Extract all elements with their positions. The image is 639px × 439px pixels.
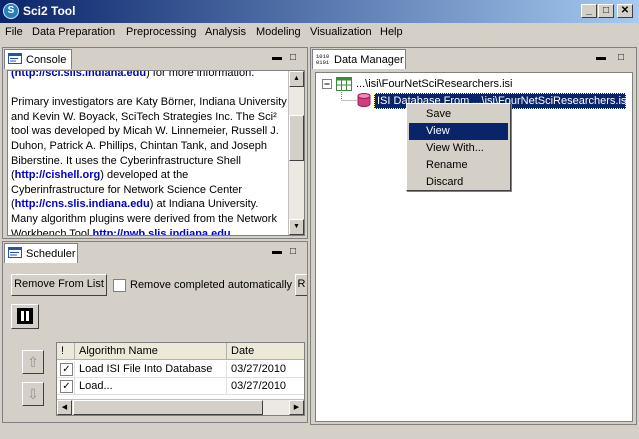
console-text-segment: Duhon, Patrick A. Phillips, Chintan Tank…: [11, 139, 268, 152]
scroll-right-icon[interactable]: ▶: [289, 400, 304, 415]
tab-data-manager-label: Data Manager: [334, 54, 404, 66]
scheduler-minimize-icon[interactable]: ▬: [272, 247, 282, 257]
console-text-segment: ) developed at the: [100, 169, 189, 182]
console-line: tool was developed by Micah W. Linnemeie…: [11, 124, 289, 139]
scroll-up-icon[interactable]: ▲: [289, 71, 304, 87]
console-text-segment: ) at Indiana University.: [149, 198, 259, 211]
tree-connector: [341, 90, 357, 101]
app-icon: S: [3, 3, 19, 19]
console-line: (http://sci.slis.indiana.edu) for more i…: [11, 70, 289, 81]
console-line: (http://cishell.org) developed at the: [11, 168, 289, 183]
scheduler-table: ! Algorithm Name Date ✓ Load ISI File In…: [56, 342, 305, 416]
context-menu-discard[interactable]: Discard: [409, 174, 508, 191]
context-menu-view-with[interactable]: View With...: [409, 140, 508, 157]
move-up-button[interactable]: ⇧: [22, 350, 44, 374]
row-date: 03/27/2010: [227, 361, 304, 378]
column-header-status[interactable]: !: [57, 343, 75, 360]
data-manager-icon: 1010 0101: [316, 53, 330, 65]
row-checkbox[interactable]: ✓: [60, 363, 73, 376]
menu-analysis[interactable]: Analysis: [205, 26, 246, 38]
console-link[interactable]: http://cns.slis.indiana.edu: [15, 198, 150, 210]
column-header-algorithm[interactable]: Algorithm Name: [75, 343, 227, 360]
tab-scheduler-label: Scheduler: [26, 248, 76, 260]
row-algorithm-name: Load ISI File Into Database: [75, 361, 227, 378]
context-menu-view[interactable]: View: [409, 123, 508, 140]
tab-data-manager[interactable]: 1010 0101 Data Manager: [312, 49, 406, 69]
console-line: Workbench Tool http://nwb.slis.indiana.e…: [11, 227, 289, 236]
console-link[interactable]: (http://sci.slis.indiana.edu: [11, 71, 146, 79]
console-text-segment: Cyberinfrastructure for Network Science …: [11, 183, 243, 196]
remove-completed-checkbox[interactable]: [113, 279, 126, 292]
console-text-segment: Primary investigators are Katy Börner, I…: [11, 96, 287, 109]
scheduler-icon: [8, 247, 22, 258]
title-bar: S Sci2 Tool _ □ ✕: [0, 0, 639, 23]
row-date: 03/27/2010: [227, 378, 304, 395]
scroll-thumb[interactable]: [289, 115, 304, 161]
data-manager-maximize-icon[interactable]: □: [618, 53, 624, 63]
table-horizontal-scrollbar[interactable]: ◀ ▶: [57, 399, 304, 415]
menu-modeling[interactable]: Modeling: [256, 26, 301, 38]
console-text-segment: and Kevin W. Boyack, SciTech Strategies …: [11, 110, 277, 123]
pause-icon: [17, 308, 33, 324]
menu-data-preparation[interactable]: Data Preparation: [32, 26, 115, 38]
console-line: Primary investigators are Katy Börner, I…: [11, 95, 289, 110]
console-panel: Console ▬ □ (http://sci.slis.indiana.edu…: [2, 47, 308, 239]
scheduler-maximize-icon[interactable]: □: [290, 247, 296, 257]
column-header-date[interactable]: Date: [227, 343, 304, 360]
console-text-segment: ) for more information.: [146, 70, 255, 79]
console-icon: [8, 53, 22, 64]
tab-console[interactable]: Console: [4, 49, 72, 69]
console-line: Duhon, Patrick A. Phillips, Chintan Tank…: [11, 139, 289, 154]
menu-bar: File Data Preparation Preprocessing Anal…: [0, 23, 639, 43]
console-maximize-icon[interactable]: □: [290, 53, 296, 63]
console-line: (http://cns.slis.indiana.edu) at Indiana…: [11, 197, 289, 212]
menu-preprocessing[interactable]: Preprocessing: [126, 26, 196, 38]
context-menu-rename[interactable]: Rename: [409, 157, 508, 174]
minimize-button[interactable]: _: [581, 4, 597, 18]
console-line: Biberstine. It uses the Cyberinfrastruct…: [11, 154, 289, 169]
pause-button[interactable]: [11, 304, 39, 329]
expand-collapse-icon[interactable]: [322, 79, 333, 90]
console-line: Cyberinfrastructure for Network Science …: [11, 183, 289, 198]
svg-text:0101: 0101: [316, 59, 330, 65]
console-link[interactable]: http://cishell.org: [15, 169, 101, 181]
database-icon: [357, 93, 371, 107]
console-text-segment: Workbench Tool: [11, 227, 93, 236]
tree-item-isi-file[interactable]: ...\isi\FourNetSciResearchers.isi: [356, 78, 513, 90]
console-line: and Kevin W. Boyack, SciTech Strategies …: [11, 110, 289, 125]
menu-file[interactable]: File: [5, 26, 23, 38]
console-link[interactable]: http://nwb.slis.indiana.edu.: [93, 228, 234, 235]
console-output: (http://sci.slis.indiana.edu) for more i…: [7, 70, 305, 236]
scroll-thumb[interactable]: [73, 400, 263, 415]
console-text-segment: tool was developed by Micah W. Linnemeie…: [11, 125, 279, 138]
console-text-segment: Many algorithm plugins were derived from…: [11, 212, 277, 225]
scroll-down-icon[interactable]: ▼: [289, 219, 304, 235]
window-title: Sci2 Tool: [23, 4, 76, 18]
close-button[interactable]: ✕: [617, 4, 633, 18]
row-checkbox[interactable]: ✓: [60, 380, 73, 393]
tab-scheduler[interactable]: Scheduler: [4, 243, 78, 263]
table-icon: [336, 77, 352, 91]
remove-from-list-button[interactable]: Remove From List: [11, 274, 107, 296]
menu-help[interactable]: Help: [380, 26, 403, 38]
menu-visualization[interactable]: Visualization: [310, 26, 372, 38]
maximize-button[interactable]: □: [598, 4, 614, 18]
console-minimize-icon[interactable]: ▬: [272, 53, 282, 63]
console-line: Many algorithm plugins were derived from…: [11, 212, 289, 227]
console-text-segment: Biberstine. It uses the Cyberinfrastruct…: [11, 154, 241, 167]
remove-completed-label: Remove completed automatically: [130, 279, 293, 291]
console-text: (http://sci.slis.indiana.edu) for more i…: [11, 70, 289, 236]
data-manager-minimize-icon[interactable]: ▬: [596, 53, 606, 63]
row-algorithm-name: Load...: [75, 378, 227, 395]
scheduler-extra-button[interactable]: R: [295, 274, 307, 296]
console-scrollbar[interactable]: ▲ ▼: [288, 71, 304, 235]
tab-console-label: Console: [26, 54, 67, 66]
context-menu-save[interactable]: Save: [409, 106, 508, 123]
scroll-left-icon[interactable]: ◀: [57, 400, 72, 415]
move-down-button[interactable]: ⇩: [22, 382, 44, 406]
context-menu: Save View View With... Rename Discard: [406, 103, 511, 191]
